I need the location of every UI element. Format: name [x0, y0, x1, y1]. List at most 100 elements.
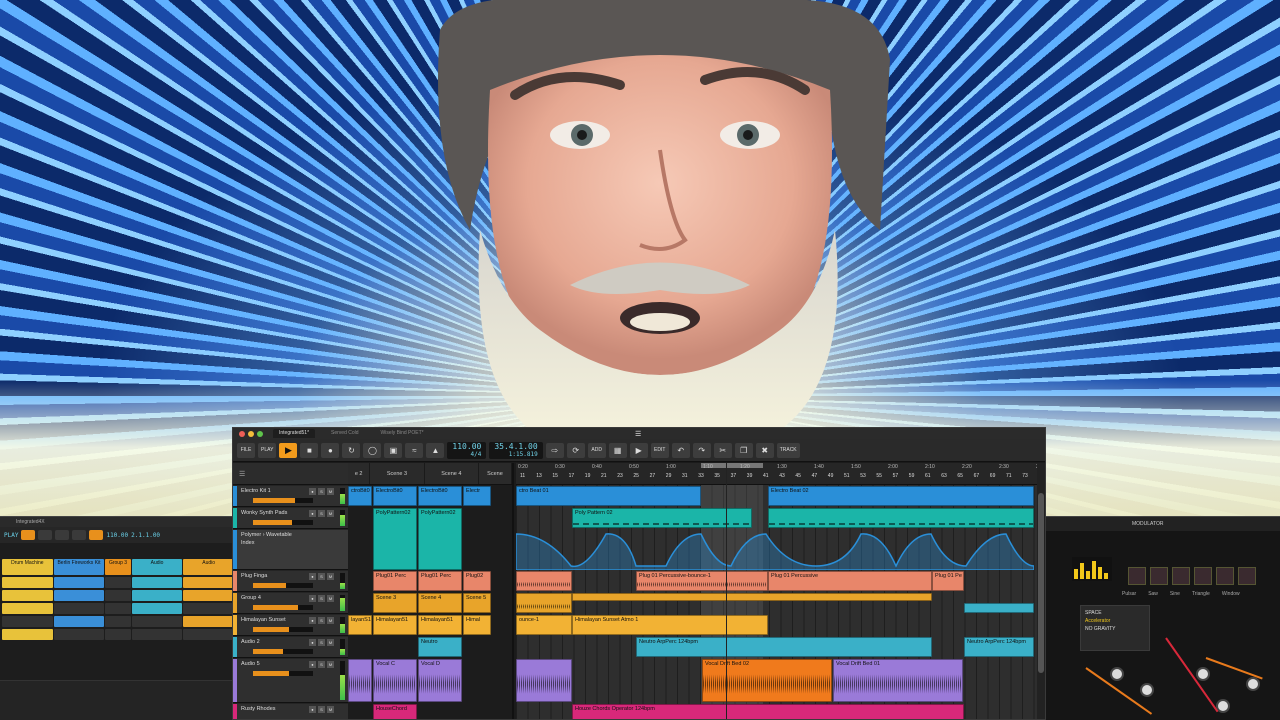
mute-button[interactable]: M: [327, 661, 334, 668]
launcher-clip[interactable]: [348, 659, 372, 702]
launcher-clip[interactable]: ctroBit0: [348, 486, 372, 506]
launcher-clip[interactable]: ElectroBit0: [418, 486, 462, 506]
solo-button[interactable]: S: [318, 617, 325, 624]
mod-name-window[interactable]: Window: [1222, 591, 1240, 597]
record-arm-icon[interactable]: ●: [309, 573, 316, 580]
overdub-button[interactable]: ↻: [342, 442, 361, 458]
undo-button[interactable]: ↶: [671, 442, 690, 458]
record-arm-icon[interactable]: ●: [309, 706, 316, 713]
vertical-scrollbar[interactable]: [1037, 463, 1045, 719]
launcher-clip[interactable]: Electr: [463, 486, 491, 506]
launcher-clip[interactable]: layanS1: [348, 615, 372, 635]
timeline-ruler[interactable]: 0:20 0:30 0:40 0:50 1:00 1:10 1:20 1:30 1:40 1:50…: [516, 463, 1045, 485]
arranger-clip[interactable]: Vocal Drift Bed 01: [833, 659, 963, 702]
arranger-clip[interactable]: Plug 01 Percussive: [768, 571, 932, 591]
volume-fader[interactable]: [253, 649, 313, 654]
volume-fader[interactable]: [253, 627, 313, 632]
left-metronome-button[interactable]: [89, 530, 104, 540]
project-tab-2[interactable]: Served Cold: [325, 429, 365, 438]
left-position[interactable]: 2.1.1.00: [131, 532, 160, 539]
mod-name-saw[interactable]: Saw: [1148, 591, 1158, 597]
left-play-button[interactable]: [21, 530, 36, 540]
track-audio-5[interactable]: Audio 5 ● S M: [233, 659, 348, 703]
launcher-clip[interactable]: PolyPattern02: [418, 508, 462, 570]
launcher-clip[interactable]: PolyPattern02: [373, 508, 417, 570]
time-signature[interactable]: 4/4: [452, 451, 481, 458]
track-wonky-synth[interactable]: Wonky Synth Pads ● S M: [233, 508, 348, 529]
track-plug-finga[interactable]: Plug Finga ● S M: [233, 571, 348, 592]
arranger-clip[interactable]: Vocal Drift Bed 02: [702, 659, 832, 702]
launcher-clip[interactable]: Vocal D: [418, 659, 462, 702]
launcher-clip[interactable]: Plug02: [463, 571, 491, 591]
mod-pad[interactable]: [1194, 567, 1212, 585]
left-col-group[interactable]: Group 3: [105, 559, 131, 575]
mod-pad[interactable]: [1238, 567, 1256, 585]
solo-button[interactable]: S: [318, 510, 325, 517]
punch-in-button[interactable]: ⇨: [545, 442, 564, 458]
track-group-4[interactable]: Group 4 ● S M: [233, 593, 348, 614]
edit-button[interactable]: EDIT: [650, 442, 669, 458]
mod-name-pulsar[interactable]: Pulsar: [1122, 591, 1136, 597]
groove-button[interactable]: ≈: [405, 442, 424, 458]
launcher-clip[interactable]: Plug01 Perc: [418, 571, 462, 591]
left-col-audio1[interactable]: Audio: [131, 559, 183, 575]
arranger-clip[interactable]: [516, 659, 572, 702]
launcher-clip[interactable]: ElectroBit0: [373, 486, 417, 506]
arranger-clip[interactable]: Plug 01 Pe: [932, 571, 964, 591]
arranger-clip[interactable]: Himalayan Sunset Atmo 1: [572, 615, 768, 635]
position-display[interactable]: 35.4.1.00 1:15.819: [489, 441, 543, 459]
arranger-clip[interactable]: Houze Chords Operator 124bpm: [572, 704, 964, 719]
solo-button[interactable]: S: [318, 639, 325, 646]
automation-button[interactable]: ◯: [363, 442, 382, 458]
record-arm-icon[interactable]: ●: [309, 617, 316, 624]
solo-button[interactable]: S: [318, 661, 325, 668]
scene-5[interactable]: Scene: [479, 463, 512, 484]
grid-button[interactable]: ▦: [608, 442, 627, 458]
solo-button[interactable]: S: [318, 573, 325, 580]
metronome-button[interactable]: ▲: [426, 442, 445, 458]
scene-3[interactable]: Scene 3: [370, 463, 425, 484]
mute-button[interactable]: M: [327, 706, 334, 713]
project-tab-1[interactable]: Integrated51*: [273, 429, 316, 438]
track-button[interactable]: TRACK: [776, 442, 800, 458]
left-col-berlin[interactable]: Berlin Fireworks Kit: [53, 559, 105, 575]
close-dot-icon[interactable]: [239, 430, 245, 437]
copy-button[interactable]: ❐: [734, 442, 753, 458]
play-menu-button[interactable]: PLAY: [258, 442, 277, 458]
mod-knob[interactable]: [1110, 667, 1124, 681]
fill-button[interactable]: ▣: [384, 442, 403, 458]
track-menu-icon[interactable]: ☰: [239, 470, 245, 478]
record-arm-icon[interactable]: ●: [309, 510, 316, 517]
record-button[interactable]: ●: [321, 442, 340, 458]
mod-pad[interactable]: [1150, 567, 1168, 585]
volume-fader[interactable]: [253, 520, 313, 525]
solo-button[interactable]: S: [318, 706, 325, 713]
volume-fader[interactable]: [253, 498, 313, 503]
file-button[interactable]: FILE: [237, 442, 255, 458]
mute-button[interactable]: M: [327, 617, 334, 624]
left-window-tab[interactable]: Integrated4X: [0, 517, 236, 527]
arranger-clip[interactable]: Neutro ArpPerc 124bpm: [636, 637, 932, 657]
mute-button[interactable]: M: [327, 488, 334, 495]
track-rusty-rhodes[interactable]: Rusty Rhodes ● S M: [233, 704, 348, 719]
arranger-clip[interactable]: Plug 01 Percussive-bounce-1: [636, 571, 768, 591]
record-arm-icon[interactable]: ●: [309, 595, 316, 602]
arranger-clip[interactable]: ctro Beat 01: [516, 486, 701, 506]
add-button[interactable]: ADD: [587, 442, 606, 458]
mute-button[interactable]: M: [327, 639, 334, 646]
track-electro-kit[interactable]: Electro Kit 1 ● S M: [233, 486, 348, 507]
record-arm-icon[interactable]: ●: [309, 488, 316, 495]
mute-button[interactable]: M: [327, 573, 334, 580]
volume-fader[interactable]: [253, 605, 313, 610]
launcher-clip[interactable]: Neutro: [418, 637, 462, 657]
scene-2[interactable]: e 2: [348, 463, 371, 484]
arranger-clip[interactable]: Electro Beat 02: [768, 486, 1034, 506]
launcher-clip[interactable]: Scene 3: [373, 593, 417, 613]
launcher-clip[interactable]: HouseChord: [373, 704, 417, 719]
track-himalayan-sunset[interactable]: Himalayan Sunset ● S M: [233, 615, 348, 636]
launcher-clip[interactable]: Scene 4: [418, 593, 462, 613]
mod-knob[interactable]: [1140, 683, 1154, 697]
mod-pad[interactable]: [1172, 567, 1190, 585]
arranger-clip[interactable]: ounce-1: [516, 615, 572, 635]
modulator-header[interactable]: MODULATOR: [1046, 517, 1280, 531]
